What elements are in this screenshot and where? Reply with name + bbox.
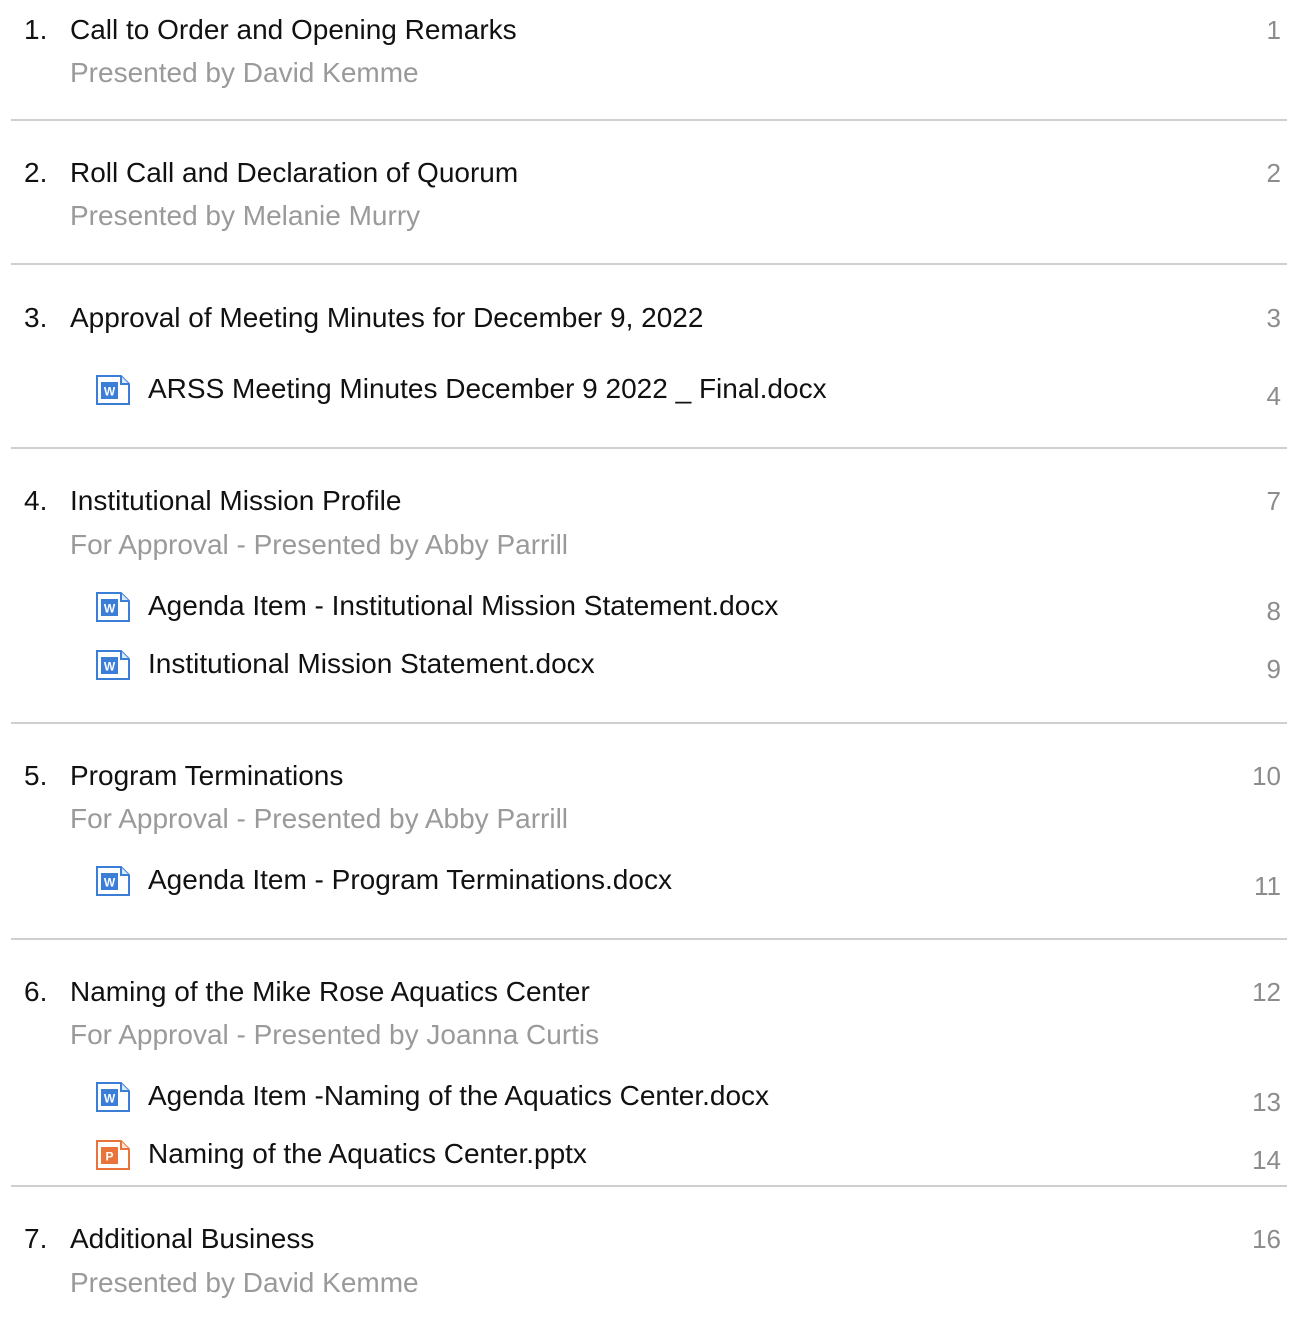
svg-text:W: W xyxy=(104,1092,116,1106)
divider xyxy=(11,722,1287,724)
item-title[interactable]: Program Terminations xyxy=(70,760,343,792)
item-title[interactable]: Naming of the Mike Rose Aquatics Center xyxy=(70,976,590,1008)
item-number: 5. xyxy=(24,760,48,791)
page-number[interactable]: 10 xyxy=(1252,760,1281,792)
item-title[interactable]: Approval of Meeting Minutes for December… xyxy=(70,302,703,334)
item-presenter: For Approval - Presented by Joanna Curti… xyxy=(70,1019,600,1050)
item-presenter: Presented by David Kemme xyxy=(70,1267,419,1298)
page-number[interactable]: 7 xyxy=(1267,485,1281,517)
item-title[interactable]: Institutional Mission Profile xyxy=(70,485,401,517)
item-presenter: For Approval - Presented by Abby Parrill xyxy=(70,803,569,834)
word-doc-icon: W xyxy=(96,650,130,680)
item-title[interactable]: Call to Order and Opening Remarks xyxy=(70,14,517,46)
page-number[interactable]: 2 xyxy=(1267,157,1281,189)
item-number: 1. xyxy=(24,14,48,45)
attachment-name[interactable]: Naming of the Aquatics Center.pptx xyxy=(148,1138,587,1170)
svg-text:P: P xyxy=(105,1150,113,1164)
item-number: 6. xyxy=(24,976,48,1007)
divider xyxy=(11,447,1287,449)
svg-text:W: W xyxy=(104,660,116,674)
powerpoint-doc-icon: P xyxy=(96,1140,130,1170)
word-doc-icon: W xyxy=(96,375,130,405)
page-number[interactable]: 3 xyxy=(1267,302,1281,334)
page-number[interactable]: 12 xyxy=(1252,976,1281,1008)
attachment-name[interactable]: Agenda Item - Institutional Mission Stat… xyxy=(148,590,778,622)
word-doc-icon: W xyxy=(96,592,130,622)
item-title[interactable]: Roll Call and Declaration of Quorum xyxy=(70,157,518,189)
attachment-row[interactable]: W Agenda Item - Program Terminations.doc… xyxy=(96,864,1196,896)
page-number[interactable]: 14 xyxy=(1252,1144,1281,1176)
item-number: 7. xyxy=(24,1223,48,1254)
item-number: 2. xyxy=(24,157,48,188)
attachment-name[interactable]: Institutional Mission Statement.docx xyxy=(148,648,595,680)
page-number[interactable]: 16 xyxy=(1252,1223,1281,1255)
divider xyxy=(11,263,1287,265)
word-doc-icon: W xyxy=(96,1082,130,1112)
attachment-row[interactable]: P Naming of the Aquatics Center.pptx xyxy=(96,1138,1196,1170)
svg-text:W: W xyxy=(104,385,116,399)
svg-text:W: W xyxy=(104,602,116,616)
page-number[interactable]: 4 xyxy=(1267,380,1281,412)
page-number[interactable]: 8 xyxy=(1267,595,1281,627)
item-number: 4. xyxy=(24,485,48,516)
item-title[interactable]: Additional Business xyxy=(70,1223,314,1255)
attachment-row[interactable]: W Agenda Item -Naming of the Aquatics Ce… xyxy=(96,1080,1196,1112)
item-presenter: Presented by David Kemme xyxy=(70,57,419,88)
attachment-name[interactable]: Agenda Item -Naming of the Aquatics Cent… xyxy=(148,1080,769,1112)
attachment-row[interactable]: W Agenda Item - Institutional Mission St… xyxy=(96,590,1196,622)
page-number[interactable]: 11 xyxy=(1254,870,1281,902)
attachment-name[interactable]: Agenda Item - Program Terminations.docx xyxy=(148,864,672,896)
page-number[interactable]: 13 xyxy=(1252,1086,1281,1118)
divider xyxy=(11,1185,1287,1187)
divider xyxy=(11,938,1287,940)
item-number: 3. xyxy=(24,302,48,333)
item-presenter: For Approval - Presented by Abby Parrill xyxy=(70,529,569,560)
word-doc-icon: W xyxy=(96,866,130,896)
svg-text:W: W xyxy=(104,876,116,890)
attachment-row[interactable]: W ARSS Meeting Minutes December 9 2022 _… xyxy=(96,373,1196,405)
item-presenter: Presented by Melanie Murry xyxy=(70,200,421,231)
page-number[interactable]: 1 xyxy=(1267,14,1281,46)
attachment-name[interactable]: ARSS Meeting Minutes December 9 2022 _ F… xyxy=(148,373,827,405)
attachment-row[interactable]: W Institutional Mission Statement.docx xyxy=(96,648,1196,680)
page-number[interactable]: 9 xyxy=(1267,653,1281,685)
divider xyxy=(11,119,1287,121)
